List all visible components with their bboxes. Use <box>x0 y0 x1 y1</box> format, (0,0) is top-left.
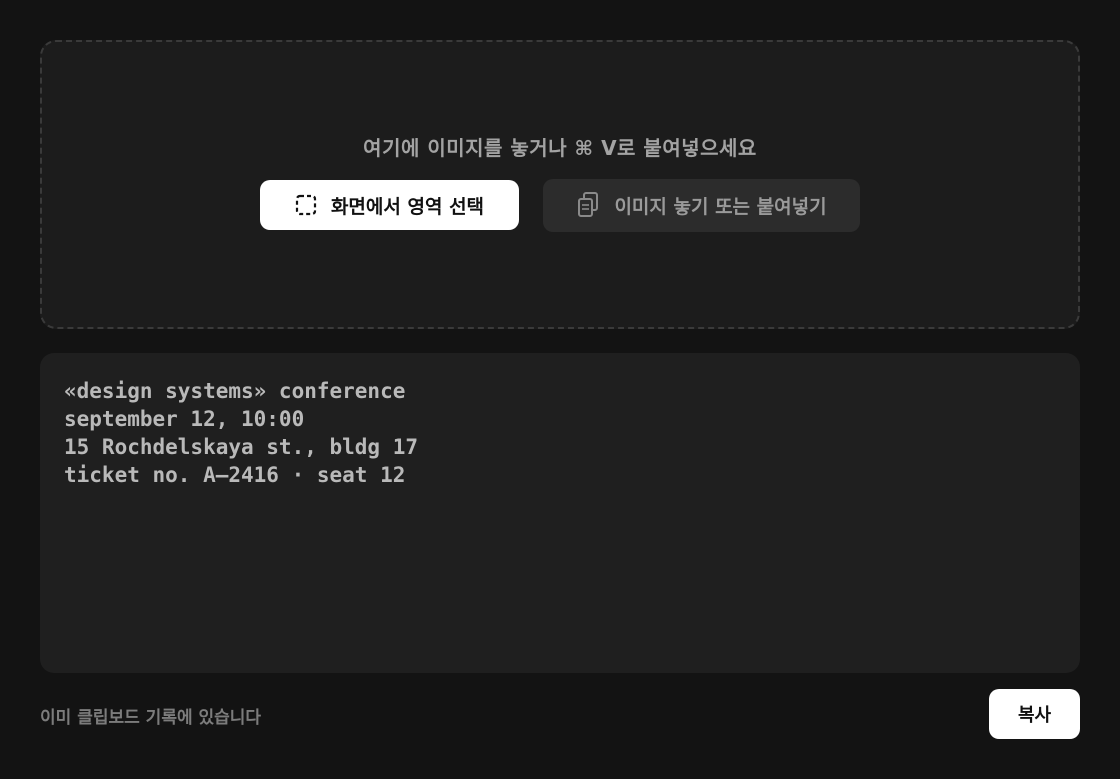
text-line: 15 Rochdelskaya st., bldg 17 <box>64 435 419 459</box>
selection-frame-icon <box>295 194 317 216</box>
select-screen-area-button[interactable]: 화면에서 영역 선택 <box>260 180 519 230</box>
drop-or-paste-image-button[interactable]: 이미지 놓기 또는 붙여넣기 <box>543 178 860 232</box>
clipboard-copy-icon <box>576 191 600 219</box>
select-screen-area-label: 화면에서 영역 선택 <box>330 195 485 218</box>
text-line: «design systems» conference <box>64 379 406 403</box>
image-drop-zone[interactable]: 여기에 이미지를 놓거나 ⌘ V로 붙여넣으세요 화면에서 영역 선택 이미지 … <box>40 40 1080 329</box>
app-window: 여기에 이미지를 놓거나 ⌘ V로 붙여넣으세요 화면에서 영역 선택 이미지 … <box>0 0 1120 779</box>
drop-or-paste-image-label: 이미지 놓기 또는 붙여넣기 <box>614 195 827 218</box>
drop-zone-actions: 화면에서 영역 선택 이미지 놓기 또는 붙여넣기 <box>260 178 860 232</box>
drop-hint-text: 여기에 이미지를 놓거나 ⌘ V로 붙여넣으세요 <box>363 135 757 160</box>
copy-button[interactable]: 복사 <box>989 689 1080 739</box>
clipboard-status-text: 이미 클립보드 기록에 있습니다 <box>40 708 262 728</box>
recognized-text-area[interactable]: «design systems» conference september 12… <box>40 353 1080 673</box>
text-line: ticket no. A–2416 · seat 12 <box>64 463 406 487</box>
text-line: september 12, 10:00 <box>64 407 305 431</box>
